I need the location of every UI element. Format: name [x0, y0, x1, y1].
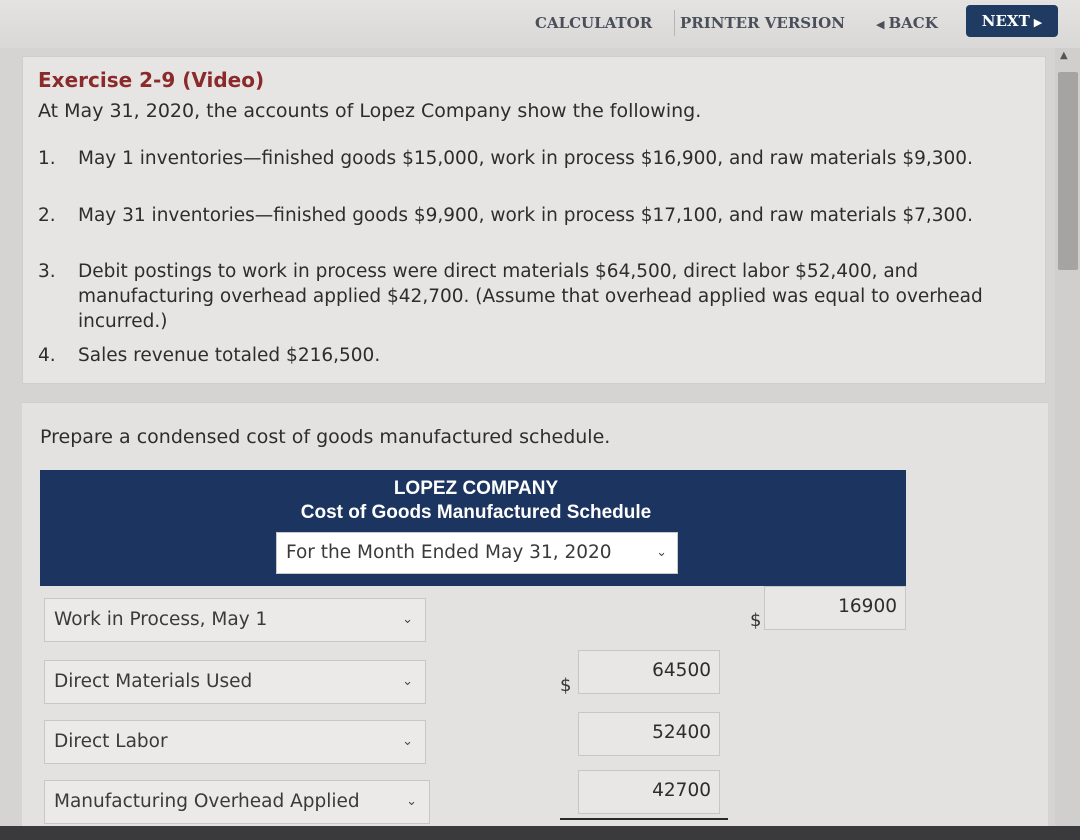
account-select-value: Direct Labor: [54, 731, 168, 752]
account-select[interactable]: Direct Labor ⌄: [44, 720, 426, 764]
amount-input[interactable]: 42700: [578, 770, 720, 814]
list-item-text: May 1 inventories—finished goods $15,000…: [78, 148, 973, 169]
list-item-text: Debit postings to work in process were d…: [78, 261, 983, 332]
account-select[interactable]: Direct Materials Used ⌄: [44, 660, 426, 704]
calculator-link[interactable]: CALCULATOR: [527, 10, 676, 36]
currency-symbol: $: [750, 610, 762, 631]
amount-input[interactable]: 52400: [578, 712, 720, 756]
period-select[interactable]: For the Month Ended May 31, 2020 ⌄: [276, 532, 678, 574]
amount-input[interactable]: 64500: [578, 650, 720, 694]
list-item-text: May 31 inventories—finished goods $9,900…: [78, 205, 973, 226]
schedule-title: Cost of Goods Manufactured Schedule: [300, 502, 652, 523]
chevron-down-icon: ⌄: [402, 612, 413, 627]
chevron-down-icon: ⌄: [656, 545, 667, 560]
chevron-down-icon: ⌄: [402, 674, 413, 689]
period-value: For the Month Ended May 31, 2020: [286, 542, 612, 563]
chevron-right-icon: ▶: [1033, 16, 1043, 29]
bottom-bar: [0, 826, 1080, 840]
list-item: 3. Debit postings to work in process were…: [38, 259, 998, 334]
chevron-down-icon: ⌄: [402, 734, 413, 749]
account-select[interactable]: Manufacturing Overhead Applied ⌄: [44, 780, 430, 824]
subtotal-underline: [560, 818, 728, 820]
account-select-value: Manufacturing Overhead Applied: [54, 791, 360, 812]
account-select-value: Direct Materials Used: [54, 671, 253, 692]
amount-input[interactable]: 16900: [764, 586, 906, 630]
account-select[interactable]: Work in Process, May 1 ⌄: [44, 598, 426, 642]
back-button[interactable]: ◀ BACK: [868, 10, 946, 36]
list-item-number: 3.: [38, 261, 56, 282]
list-item-number: 2.: [38, 205, 56, 226]
scroll-up-icon[interactable]: ▲: [1060, 50, 1068, 61]
scrollbar-thumb[interactable]: [1058, 72, 1078, 270]
list-item-text: Sales revenue totaled $216,500.: [78, 345, 381, 366]
list-item: 2. May 31 inventories—finished goods $9,9…: [38, 203, 973, 228]
printer-version-link[interactable]: PRINTER VERSION: [672, 10, 853, 36]
chevron-left-icon: ◀: [876, 18, 885, 31]
back-label: BACK: [888, 14, 938, 32]
list-item-number: 4.: [38, 345, 56, 366]
chevron-down-icon: ⌄: [406, 794, 417, 809]
list-item-number: 1.: [38, 148, 56, 169]
exercise-title: Exercise 2-9 (Video): [38, 68, 265, 92]
currency-symbol: $: [560, 675, 572, 696]
task-prompt: Prepare a condensed cost of goods manufa…: [40, 426, 611, 448]
next-button[interactable]: NEXT ▶: [966, 5, 1058, 37]
account-select-value: Work in Process, May 1: [54, 609, 268, 630]
list-item: 4. Sales revenue totaled $216,500.: [38, 343, 380, 368]
next-label: NEXT: [981, 12, 1030, 30]
list-item: 1. May 1 inventories—finished goods $15,0…: [38, 146, 973, 171]
company-name: LOPEZ COMPANY: [393, 478, 559, 499]
exercise-intro: At May 31, 2020, the accounts of Lopez C…: [38, 100, 702, 122]
